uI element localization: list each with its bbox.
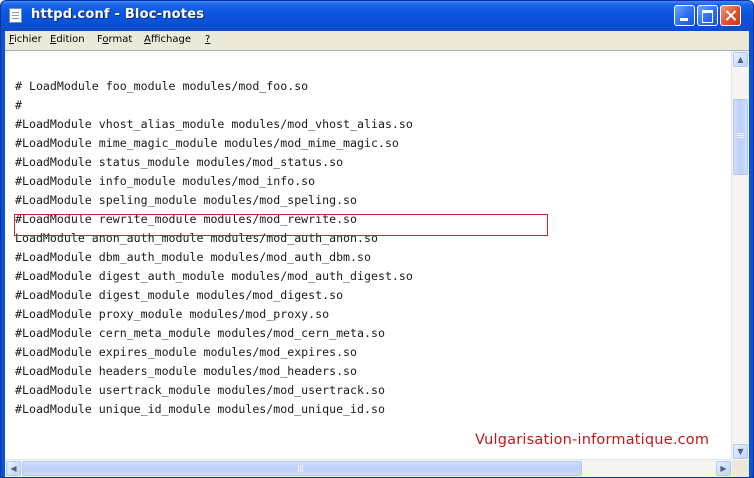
code-line: #LoadModule cern_meta_module modules/mod… xyxy=(15,326,385,340)
vertical-scrollbar[interactable]: ▲ ▼ xyxy=(731,51,749,460)
watermark-text: Vulgarisation-informatique.com xyxy=(475,432,710,448)
code-line: #LoadModule digest_module modules/mod_di… xyxy=(15,288,344,302)
code-line: #LoadModule usertrack_module modules/mod… xyxy=(15,383,385,397)
code-line: #LoadModule mime_magic_module modules/mo… xyxy=(15,136,399,150)
code-line: #LoadModule proxy_module modules/mod_pro… xyxy=(15,307,330,321)
code-line: #LoadModule headers_module modules/mod_h… xyxy=(15,364,358,378)
scroll-right-icon[interactable]: ▶ xyxy=(716,461,731,476)
menu-affichage[interactable]: Affichage xyxy=(144,34,191,45)
code-line: #LoadModule speling_module modules/mod_s… xyxy=(15,193,358,207)
notepad-icon[interactable] xyxy=(9,8,22,23)
code-line: #LoadModule status_module modules/mod_st… xyxy=(15,155,344,169)
scroll-left-icon[interactable]: ◀ xyxy=(6,461,21,476)
text-editor[interactable]: # LoadModule foo_module modules/mod_foo.… xyxy=(5,51,732,460)
scroll-up-icon[interactable]: ▲ xyxy=(733,52,748,67)
code-line: #LoadModule dbm_auth_module modules/mod_… xyxy=(15,250,371,264)
scrollbar-corner xyxy=(732,460,749,477)
menu-edition[interactable]: Edition xyxy=(50,34,85,45)
code-line: # xyxy=(15,98,22,112)
close-icon[interactable] xyxy=(720,5,741,26)
code-line: #LoadModule digest_auth_module modules/m… xyxy=(15,269,413,283)
code-line: #LoadModule info_module modules/mod_info… xyxy=(15,174,316,188)
highlight-box xyxy=(14,214,548,236)
menu-help[interactable]: ? xyxy=(205,34,210,45)
vertical-scroll-thumb[interactable] xyxy=(733,99,748,175)
window-title: httpd.conf - Bloc-notes xyxy=(31,7,205,22)
code-line: #LoadModule vhost_alias_module modules/m… xyxy=(15,117,413,131)
horizontal-scrollbar[interactable]: ◀ ▶ xyxy=(5,459,732,477)
menu-fichier[interactable]: Fichier xyxy=(9,34,42,45)
code-line: # LoadModule foo_module modules/mod_foo.… xyxy=(15,79,309,93)
editor-client-area: # LoadModule foo_module modules/mod_foo.… xyxy=(5,50,749,477)
scroll-down-icon[interactable]: ▼ xyxy=(733,444,748,459)
minimize-icon[interactable] xyxy=(674,5,695,26)
maximize-icon[interactable] xyxy=(697,5,718,26)
title-bar[interactable]: httpd.conf - Bloc-notes xyxy=(1,1,753,31)
menu-bar: Fichier Edition Format Affichage ? xyxy=(5,31,749,50)
horizontal-scroll-thumb[interactable] xyxy=(22,461,582,476)
code-line: #LoadModule expires_module modules/mod_e… xyxy=(15,345,358,359)
notepad-window: httpd.conf - Bloc-notes Fichier Edition … xyxy=(0,0,754,478)
menu-format[interactable]: Format xyxy=(97,34,132,45)
code-line: #LoadModule unique_id_module modules/mod… xyxy=(15,402,385,416)
